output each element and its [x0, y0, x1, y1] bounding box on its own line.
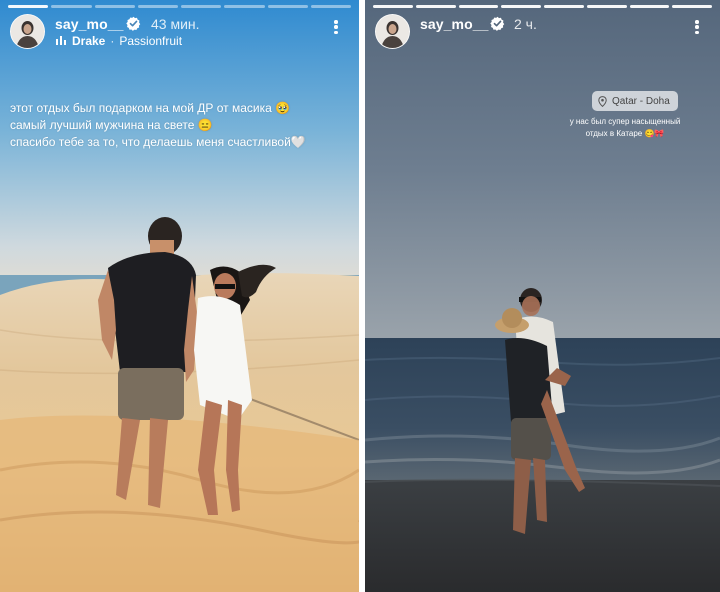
story-progress-bar: [373, 5, 712, 8]
username[interactable]: say_mo__: [55, 16, 124, 32]
music-separator: ·: [110, 34, 115, 48]
progress-segment: [267, 5, 308, 8]
progress-segment: [137, 5, 178, 8]
story-caption: у нас был супер насыщенный отдых в Катар…: [555, 116, 695, 140]
location-sticker[interactable]: Qatar - Doha: [592, 91, 678, 111]
progress-segment: [310, 5, 351, 8]
progress-segment: [51, 5, 92, 8]
progress-segment: [373, 5, 413, 8]
story-header: say_mo__ 43 мин. Drake · Passionfruit: [10, 14, 349, 50]
story-header: say_mo__ 2 ч.: [375, 14, 710, 50]
progress-segment: [415, 5, 456, 8]
progress-segment: [544, 5, 584, 8]
post-time: 2 ч.: [514, 16, 537, 32]
username[interactable]: say_mo__: [420, 16, 489, 32]
caption-line: этот отдых был подарком на мой ДР от мас…: [10, 101, 291, 115]
progress-segment: [501, 5, 541, 8]
story-photo-desert: [0, 0, 359, 592]
caption-line: самый лучший мужчина на свете 😑: [10, 118, 213, 132]
more-vertical-icon[interactable]: [690, 18, 704, 36]
progress-segment: [224, 5, 265, 8]
music-title: Passionfruit: [119, 34, 183, 48]
verified-badge-icon: [126, 16, 141, 31]
story-progress-bar: [8, 5, 351, 8]
more-vertical-icon[interactable]: [329, 18, 343, 36]
caption-line: отдых в Катаре 😋🎀: [585, 129, 665, 138]
avatar[interactable]: [10, 14, 45, 49]
music-attribution[interactable]: Drake · Passionfruit: [56, 34, 182, 48]
story-desert[interactable]: say_mo__ 43 мин. Drake · Passionfruit эт…: [0, 0, 359, 592]
progress-segment: [181, 5, 222, 8]
story-caption: этот отдых был подарком на мой ДР от мас…: [10, 100, 350, 151]
post-time: 43 мин.: [151, 16, 200, 32]
progress-segment: [8, 5, 49, 8]
story-beach[interactable]: say_mo__ 2 ч. Qatar - Doha у нас был суп…: [365, 0, 720, 592]
verified-badge-icon: [490, 16, 505, 31]
music-artist: Drake: [72, 34, 106, 48]
progress-segment: [94, 5, 135, 8]
caption-line: спасибо тебе за то, что делаешь меня сча…: [10, 135, 306, 149]
location-label: Qatar - Doha: [612, 95, 670, 107]
progress-segment: [586, 5, 627, 8]
location-pin-icon: [598, 95, 607, 107]
story-photo-beach: [365, 0, 720, 592]
progress-segment: [629, 5, 670, 8]
caption-line: у нас был супер насыщенный: [569, 117, 681, 126]
progress-segment: [458, 5, 499, 8]
progress-segment: [672, 5, 712, 8]
avatar[interactable]: [375, 14, 410, 49]
music-bars-icon: [56, 36, 66, 45]
